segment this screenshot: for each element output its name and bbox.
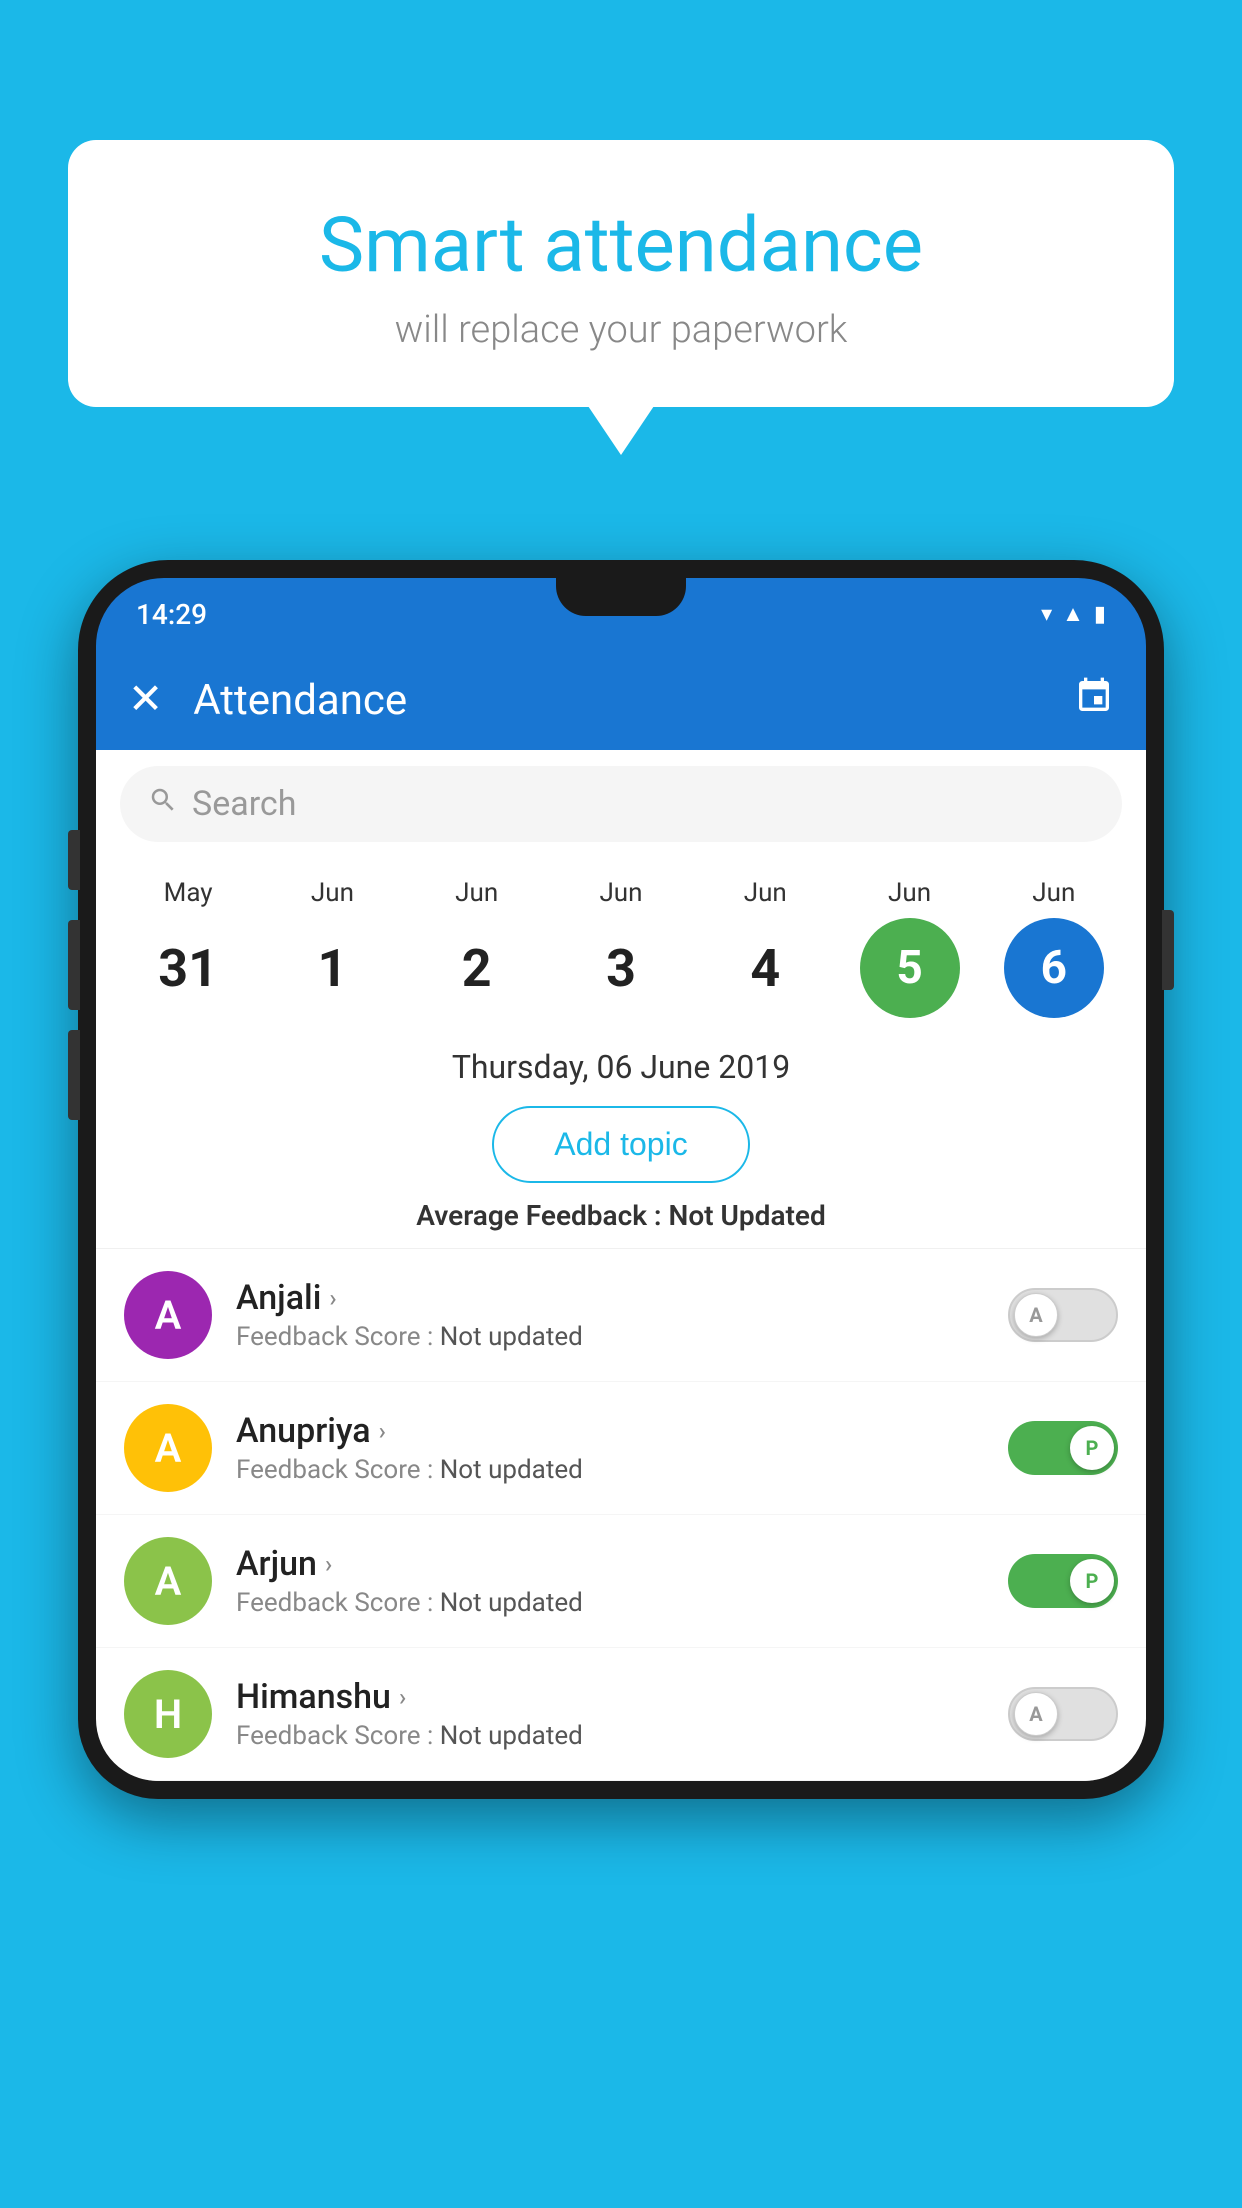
student-name-anupriya: Anupriya ›: [236, 1411, 984, 1451]
status-time: 14:29: [136, 598, 207, 631]
date-cell-0[interactable]: May 31: [138, 878, 238, 1018]
search-placeholder: Search: [192, 784, 296, 824]
chevron-icon: ›: [379, 1417, 386, 1445]
attendance-toggle-himanshu[interactable]: A: [1008, 1687, 1118, 1741]
status-bar: 14:29 ▾ ▲ ▮: [96, 578, 1146, 650]
add-topic-button[interactable]: Add topic: [492, 1106, 749, 1183]
student-feedback-anjali: Feedback Score : Not updated: [236, 1322, 984, 1352]
chevron-icon: ›: [329, 1284, 336, 1312]
phone-screen: Search May 31 Jun 1 Jun 2: [96, 750, 1146, 1781]
calendar-icon[interactable]: [1074, 676, 1114, 725]
student-info-anjali: Anjali › Feedback Score : Not updated: [236, 1278, 984, 1352]
avg-feedback: Average Feedback : Not Updated: [96, 1199, 1146, 1248]
date-strip: May 31 Jun 1 Jun 2 Jun 3: [96, 858, 1146, 1028]
power-button: [1162, 910, 1174, 990]
selected-date: Thursday, 06 June 2019: [96, 1028, 1146, 1096]
bubble-subtitle: will replace your paperwork: [118, 308, 1124, 352]
app-bar: ✕ Attendance: [96, 650, 1146, 750]
date-cell-2[interactable]: Jun 2: [427, 878, 527, 1018]
date-day-5: 5: [860, 918, 960, 1018]
date-day-3: 3: [571, 918, 671, 1018]
bubble-title: Smart attendance: [118, 200, 1124, 290]
date-cell-6[interactable]: Jun 6: [1004, 878, 1104, 1018]
student-feedback-himanshu: Feedback Score : Not updated: [236, 1721, 984, 1751]
date-month-2: Jun: [455, 878, 498, 908]
date-month-3: Jun: [599, 878, 642, 908]
silent-button: [68, 1030, 80, 1120]
student-name-himanshu: Himanshu ›: [236, 1677, 984, 1717]
chevron-icon: ›: [325, 1550, 332, 1578]
toggle-knob-anjali: A: [1014, 1293, 1058, 1337]
toggle-arjun[interactable]: P: [1008, 1554, 1118, 1608]
battery-icon: ▮: [1094, 602, 1106, 627]
student-list: A Anjali › Feedback Score : Not updated: [96, 1248, 1146, 1781]
phone-outer: 14:29 ▾ ▲ ▮ ✕ Attendance: [78, 560, 1164, 1799]
student-item-arjun[interactable]: A Arjun › Feedback Score : Not updated: [96, 1515, 1146, 1648]
volume-down-button: [68, 920, 80, 1010]
date-month-1: Jun: [311, 878, 354, 908]
avatar-anjali: A: [124, 1271, 212, 1359]
search-bar[interactable]: Search: [120, 766, 1122, 842]
student-item-anupriya[interactable]: A Anupriya › Feedback Score : Not update…: [96, 1382, 1146, 1515]
close-button[interactable]: ✕: [128, 679, 163, 721]
attendance-toggle-anjali[interactable]: A: [1008, 1288, 1118, 1342]
student-feedback-anupriya: Feedback Score : Not updated: [236, 1455, 984, 1485]
avg-feedback-label: Average Feedback :: [416, 1199, 661, 1232]
student-info-anupriya: Anupriya › Feedback Score : Not updated: [236, 1411, 984, 1485]
toggle-anupriya[interactable]: P: [1008, 1421, 1118, 1475]
feedback-value-anjali: Not updated: [440, 1322, 583, 1352]
volume-up-button: [68, 830, 80, 890]
date-day-4: 4: [715, 918, 815, 1018]
speech-bubble: Smart attendance will replace your paper…: [68, 140, 1174, 407]
avg-feedback-value: Not Updated: [669, 1199, 826, 1232]
toggle-knob-arjun: P: [1070, 1559, 1114, 1603]
date-day-6: 6: [1004, 918, 1104, 1018]
date-day-0: 31: [138, 918, 238, 1018]
phone-notch: [556, 578, 686, 616]
toggle-himanshu[interactable]: A: [1008, 1687, 1118, 1741]
date-month-4: Jun: [744, 878, 787, 908]
date-day-2: 2: [427, 918, 527, 1018]
app-background: Smart attendance will replace your paper…: [0, 0, 1242, 2208]
signal-icon: ▲: [1062, 601, 1084, 627]
toggle-anjali[interactable]: A: [1008, 1288, 1118, 1342]
feedback-value-anupriya: Not updated: [440, 1455, 583, 1485]
date-cell-5[interactable]: Jun 5: [860, 878, 960, 1018]
student-info-himanshu: Himanshu › Feedback Score : Not updated: [236, 1677, 984, 1751]
date-month-6: Jun: [1032, 878, 1075, 908]
date-cell-3[interactable]: Jun 3: [571, 878, 671, 1018]
student-item-himanshu[interactable]: H Himanshu › Feedback Score : Not update…: [96, 1648, 1146, 1781]
student-item-anjali[interactable]: A Anjali › Feedback Score : Not updated: [96, 1249, 1146, 1382]
attendance-toggle-arjun[interactable]: P: [1008, 1554, 1118, 1608]
date-month-0: May: [164, 878, 213, 908]
search-icon: [148, 785, 178, 823]
avatar-himanshu: H: [124, 1670, 212, 1758]
student-feedback-arjun: Feedback Score : Not updated: [236, 1588, 984, 1618]
date-cell-4[interactable]: Jun 4: [715, 878, 815, 1018]
feedback-value-himanshu: Not updated: [440, 1721, 583, 1751]
feedback-value-arjun: Not updated: [440, 1588, 583, 1618]
student-info-arjun: Arjun › Feedback Score : Not updated: [236, 1544, 984, 1618]
toggle-knob-anupriya: P: [1070, 1426, 1114, 1470]
student-name-anjali: Anjali ›: [236, 1278, 984, 1318]
avatar-arjun: A: [124, 1537, 212, 1625]
status-icons: ▾ ▲ ▮: [1041, 601, 1106, 627]
attendance-toggle-anupriya[interactable]: P: [1008, 1421, 1118, 1475]
chevron-icon: ›: [399, 1683, 406, 1711]
app-title: Attendance: [193, 676, 1044, 725]
wifi-icon: ▾: [1041, 602, 1052, 627]
toggle-knob-himanshu: A: [1014, 1692, 1058, 1736]
date-cell-1[interactable]: Jun 1: [282, 878, 382, 1018]
date-month-5: Jun: [888, 878, 931, 908]
avatar-anupriya: A: [124, 1404, 212, 1492]
phone-frame: 14:29 ▾ ▲ ▮ ✕ Attendance: [78, 560, 1164, 2208]
student-name-arjun: Arjun ›: [236, 1544, 984, 1584]
speech-bubble-container: Smart attendance will replace your paper…: [68, 140, 1174, 407]
date-day-1: 1: [282, 918, 382, 1018]
